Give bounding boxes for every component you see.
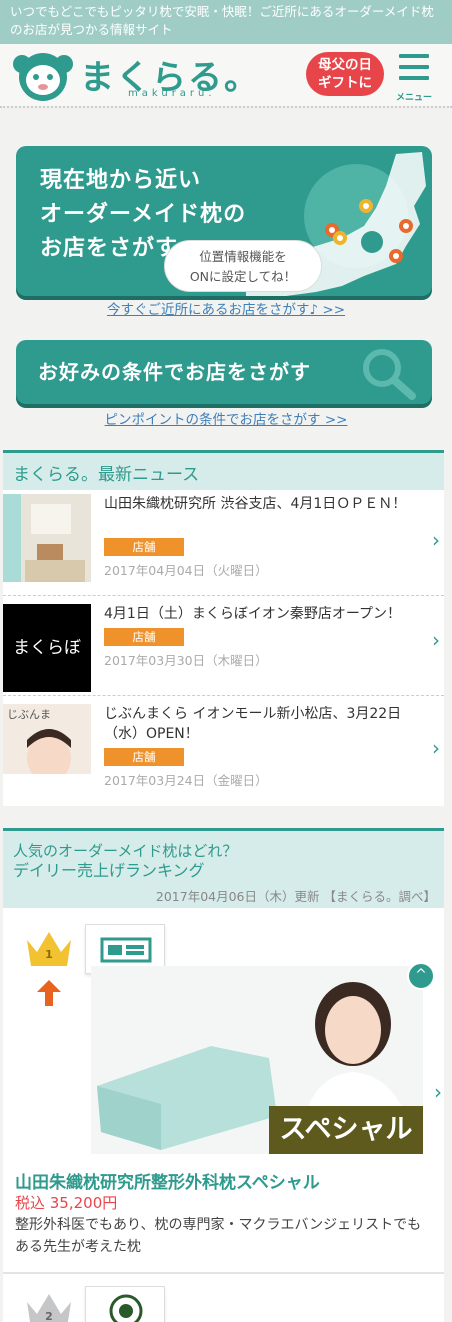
product-image[interactable]: スペシャル [91,966,423,1154]
rank-number: 2 [45,1310,53,1322]
news-item[interactable]: じぶんま じぶんまくら イオンモール新小松店、3月22日（水）OPEN！ 店舗 … [3,696,444,806]
header-divider [0,106,452,114]
tagline-text: いつでもどこでもピッタリ枕で安眠・快眠！ご近所にあるオーダーメイド枕のお店が見つ… [10,4,434,37]
site-header: まくらる。 makuraru. 母父の日 ギフトに メニュー [0,44,452,106]
bubble-line: ONに設定してね！ [189,269,297,284]
title-line: 現在地から近い [40,168,202,193]
ranking-divider [3,1272,444,1274]
gift-line2: ギフトに [318,75,372,91]
news-heading: まくらる。最新ニュース [3,450,444,490]
news-list: 山田朱織枕研究所 渋谷支店、4月1日ＯＰＥＮ！ 店舗 2017年04月04日（火… [3,490,444,806]
news-thumbnail: まくらぼ [3,604,91,692]
gift-line1: 母父の日 [318,57,372,73]
news-date: 2017年04月04日（火曜日） [104,563,268,578]
scroll-top-icon[interactable]: ^ [407,962,435,990]
gift-button[interactable]: 母父の日 ギフトに [306,52,384,96]
thumb-sleeper [3,729,91,792]
bubble-line: 位置情報機能を [199,249,287,264]
product-price: 税込 35,200円 [15,1194,118,1212]
news-thumbnail [3,494,91,582]
news-title[interactable]: じぶんまくら イオンモール新小松店、3月22日（水）OPEN！ [104,704,424,744]
menu-button[interactable]: メニュー [394,50,434,103]
location-hint-bubble: 位置情報機能を ONに設定してね！ [164,240,322,292]
brand-logo-icon [109,1294,143,1322]
chevron-right-icon: › [432,628,440,652]
ranking-heading: 人気のオーダーメイド枕はどれ？ デイリー売上げランキング 2017年04月06日… [3,828,444,908]
ranking-heading-line1: 人気のオーダーメイド枕はどれ？ [13,842,238,860]
title-line: オーダーメイド枕の [40,202,247,227]
menu-icon [399,54,429,58]
product-name[interactable]: 山田朱織枕研究所整形外科枕スペシャル [15,1168,320,1193]
menu-icon-bar [399,65,429,69]
chevron-right-icon: › [432,736,440,760]
site-tagline: いつでもどこでもピッタリ枕で安眠・快眠！ご近所にあるオーダーメイド枕のお店が見つ… [0,0,452,44]
menu-label: メニュー [395,93,432,103]
ranking-heading-line2: デイリー売上げランキング [13,861,205,880]
search-condition-title: お好みの条件でお店をさがす [38,360,311,384]
arrow-up-icon [37,980,61,1006]
magnifier-icon [363,349,416,400]
product-description: 整形外科医でもあり、枕の専門家・マクラエバンジェリストでもある先生が考えた枕 [15,1217,422,1255]
chevron-right-icon[interactable]: › [434,1080,442,1104]
news-tag: 店舗 [104,538,184,556]
news-title[interactable]: 4月1日（土）まくらぼイオン秦野店オープン！ [104,604,424,624]
news-tag: 店舗 [104,628,184,646]
news-tag: 店舗 [104,748,184,766]
chevron-right-icon: › [432,528,440,552]
news-date: 2017年03月24日（金曜日） [104,773,268,788]
rank-number: 1 [45,948,53,961]
news-item[interactable]: 山田朱織枕研究所 渋谷支店、4月1日ＯＰＥＮ！ 店舗 2017年04月04日（火… [3,490,444,596]
logo-subtext: makuraru. [128,88,216,99]
news-item[interactable]: まくらぼ 4月1日（土）まくらぼイオン秦野店オープン！ 店舗 2017年03月3… [3,596,444,696]
mascot-logo-icon[interactable] [12,50,74,102]
news-date: 2017年03月30日（木曜日） [104,653,268,668]
news-title[interactable]: 山田朱織枕研究所 渋谷支店、4月1日ＯＰＥＮ！ [104,494,424,514]
news-thumbnail: じぶんま [3,704,91,792]
search-condition-button[interactable]: お好みの条件でお店をさがす [16,340,432,404]
menu-icon-bar [399,76,429,80]
search-condition-link[interactable]: ピンポイントの条件でお店をさがす >> [0,408,452,428]
brand-logo-icon [100,937,152,963]
product-badge: スペシャル [269,1106,423,1154]
search-nearby-link[interactable]: 今すぐご近所にあるお店をさがす♪ >> [0,298,452,318]
ranking-list: 1 スペシャル ^ › 山田朱織枕研究所整形外科枕スペシャル 税込 35,200… [3,908,444,1322]
brand-logo[interactable] [85,1286,165,1322]
ranking-updated: 2017年04月06日（木）更新 【まくらる。調べ】 [155,889,436,904]
